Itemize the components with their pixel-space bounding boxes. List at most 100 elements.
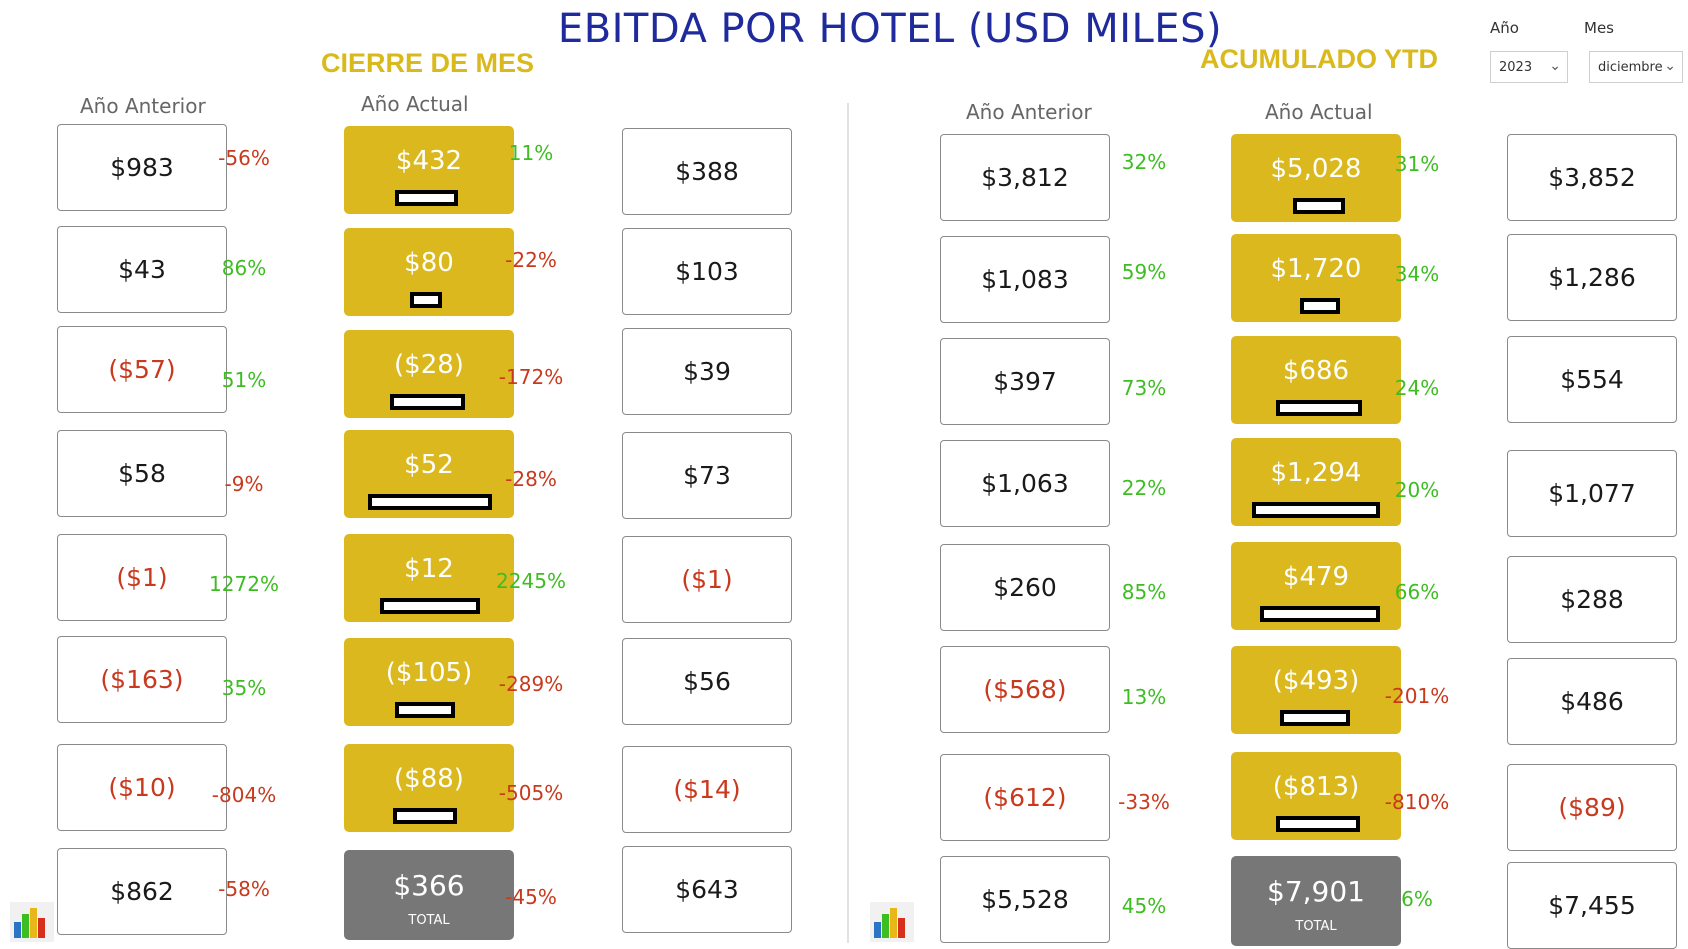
prev-year-card[interactable]: ($568) (940, 646, 1110, 733)
prev-year-card[interactable]: $1,063 (940, 440, 1110, 527)
prev-year-card[interactable]: $983 (57, 124, 227, 211)
mini-bar (380, 598, 480, 614)
variance-vs-right: 34% (1394, 262, 1440, 286)
bar-chart-icon[interactable] (870, 902, 914, 942)
current-year-value: ($28) (394, 350, 464, 380)
current-year-card[interactable]: $80 (344, 228, 514, 316)
comparison-card[interactable]: $388 (622, 128, 792, 215)
prev-year-card[interactable]: $1,083 (940, 236, 1110, 323)
current-year-value: $80 (404, 248, 454, 278)
variance-vs-prev: -33% (1118, 790, 1170, 814)
bar-chart-icon[interactable] (10, 902, 54, 942)
variance-vs-right: 31% (1394, 152, 1440, 176)
mini-bar (395, 702, 455, 718)
comparison-card[interactable]: $288 (1507, 556, 1677, 643)
prev-year-card[interactable]: ($1) (57, 534, 227, 621)
variance-vs-prev: 85% (1121, 580, 1167, 604)
current-year-card[interactable]: ($493) (1231, 646, 1401, 734)
comparison-card[interactable]: ($14) (622, 746, 792, 833)
current-year-value: $1,294 (1270, 458, 1362, 488)
month-select[interactable]: diciembre ⌄ (1589, 51, 1683, 83)
mini-bar (1293, 198, 1345, 214)
total-current-year-card[interactable]: $7,901 TOTAL (1231, 856, 1401, 946)
variance-vs-right: 20% (1394, 478, 1440, 502)
total-label: TOTAL (408, 913, 450, 928)
comparison-card[interactable]: $56 (622, 638, 792, 725)
mini-bar (393, 808, 457, 824)
year-select[interactable]: 2023 ⌄ (1490, 51, 1568, 83)
mini-bar (390, 394, 465, 410)
prev-year-card[interactable]: ($163) (57, 636, 227, 723)
current-year-card[interactable]: $479 (1231, 542, 1401, 630)
comparison-card[interactable]: $554 (1507, 336, 1677, 423)
total-current-value: $366 (393, 869, 465, 902)
variance-vs-prev: 59% (1121, 260, 1167, 284)
total-prev-year-card[interactable]: $862 (57, 848, 227, 935)
comparison-card[interactable]: $103 (622, 228, 792, 315)
current-year-card[interactable]: $432 (344, 126, 514, 214)
header-curr-year-mes: Año Actual (361, 92, 469, 116)
current-year-card[interactable]: $12 (344, 534, 514, 622)
section-divider (847, 103, 849, 943)
prev-year-card[interactable]: $397 (940, 338, 1110, 425)
comparison-card[interactable]: ($89) (1507, 764, 1677, 851)
variance-vs-prev: 35% (221, 676, 267, 700)
prev-year-card[interactable]: $3,812 (940, 134, 1110, 221)
current-year-card[interactable]: $1,294 (1231, 438, 1401, 526)
current-year-card[interactable]: $686 (1231, 336, 1401, 424)
mini-bar (410, 292, 442, 308)
variance-vs-prev: 73% (1121, 376, 1167, 400)
prev-year-card[interactable]: ($10) (57, 744, 227, 831)
chevron-down-icon: ⌄ (1549, 58, 1561, 74)
month-select-value: diciembre (1598, 59, 1663, 75)
mini-bar (1252, 502, 1380, 518)
variance-vs-prev: 32% (1121, 150, 1167, 174)
current-year-card[interactable]: $52 (344, 430, 514, 518)
comparison-card[interactable]: ($1) (622, 536, 792, 623)
prev-year-card[interactable]: $43 (57, 226, 227, 313)
variance-vs-prev: -804% (211, 783, 277, 807)
total-variance-vs-right: 6% (1401, 887, 1433, 911)
mini-bar (1280, 710, 1350, 726)
current-year-card[interactable]: $1,720 (1231, 234, 1401, 322)
month-filter-label: Mes (1584, 19, 1614, 37)
comparison-card[interactable]: $486 (1507, 658, 1677, 745)
total-label: TOTAL (1295, 919, 1337, 934)
year-select-value: 2023 (1499, 59, 1533, 75)
mini-bar (1276, 816, 1360, 832)
current-year-value: ($813) (1272, 772, 1360, 802)
current-year-value: $52 (404, 450, 454, 480)
prev-year-card[interactable]: ($57) (57, 326, 227, 413)
current-year-value: $12 (404, 554, 454, 584)
variance-vs-prev: -56% (218, 146, 270, 170)
variance-vs-right: 66% (1394, 580, 1440, 604)
total-variance-vs-right: -45% (505, 885, 557, 909)
total-current-year-card[interactable]: $366 TOTAL (344, 850, 514, 940)
header-prev-year-mes: Año Anterior (80, 94, 206, 118)
year-filter-label: Año (1490, 19, 1519, 37)
header-curr-year-ytd: Año Actual (1265, 100, 1373, 124)
current-year-card[interactable]: ($105) (344, 638, 514, 726)
variance-vs-prev: 22% (1121, 476, 1167, 500)
total-comparison-card[interactable]: $7,455 (1507, 862, 1677, 949)
variance-vs-prev: 51% (221, 368, 267, 392)
prev-year-card[interactable]: $58 (57, 430, 227, 517)
current-year-value: $1,720 (1270, 254, 1362, 284)
current-year-card[interactable]: ($813) (1231, 752, 1401, 840)
total-comparison-card[interactable]: $643 (622, 846, 792, 933)
variance-vs-right: -810% (1384, 790, 1450, 814)
variance-vs-prev: 13% (1121, 685, 1167, 709)
comparison-card[interactable]: $39 (622, 328, 792, 415)
current-year-card[interactable]: $5,028 (1231, 134, 1401, 222)
prev-year-card[interactable]: ($612) (940, 754, 1110, 841)
comparison-card[interactable]: $1,077 (1507, 450, 1677, 537)
current-year-value: $5,028 (1270, 154, 1362, 184)
section-title-acumulado-ytd: ACUMULADO YTD (1200, 44, 1438, 74)
current-year-card[interactable]: ($28) (344, 330, 514, 418)
current-year-card[interactable]: ($88) (344, 744, 514, 832)
total-prev-year-card[interactable]: $5,528 (940, 856, 1110, 943)
comparison-card[interactable]: $73 (622, 432, 792, 519)
comparison-card[interactable]: $3,852 (1507, 134, 1677, 221)
comparison-card[interactable]: $1,286 (1507, 234, 1677, 321)
prev-year-card[interactable]: $260 (940, 544, 1110, 631)
